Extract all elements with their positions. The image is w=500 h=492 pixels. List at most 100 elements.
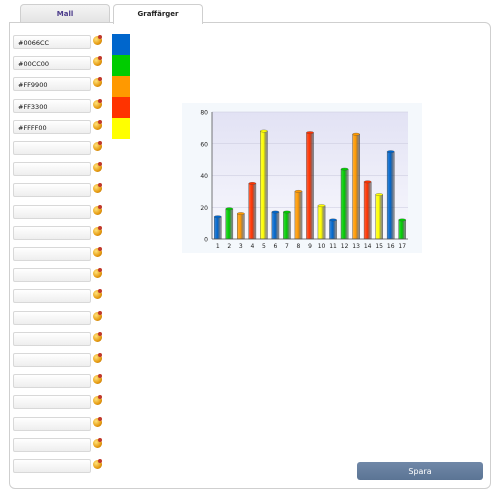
bar-top	[225, 207, 234, 211]
color-row	[13, 310, 113, 326]
color-picker-icon[interactable]	[93, 183, 102, 194]
color-hex-field[interactable]	[13, 459, 91, 473]
color-row	[13, 289, 113, 304]
bar-top	[340, 167, 349, 171]
color-picker-icon[interactable]	[93, 374, 102, 385]
bar-top	[398, 218, 406, 222]
color-picker-icon[interactable]	[93, 395, 102, 406]
color-swatches	[112, 34, 130, 139]
y-tick-label: 40	[200, 173, 208, 180]
bar	[317, 205, 326, 240]
bar-top	[386, 150, 395, 154]
x-tick-label: 7	[285, 243, 289, 250]
tab-mall[interactable]: Mall	[20, 4, 110, 23]
color-hex-field[interactable]	[13, 204, 91, 219]
bar	[260, 130, 268, 240]
bar-top	[352, 132, 360, 136]
bar	[225, 208, 234, 240]
color-hex-field[interactable]: #FF9900	[13, 77, 91, 92]
bar	[352, 134, 360, 240]
y-tick-label: 80	[200, 110, 208, 117]
color-picker-icon[interactable]	[93, 204, 102, 215]
bar-top	[375, 193, 383, 196]
bar-top	[260, 129, 268, 133]
x-tick-label: 2	[227, 243, 231, 250]
color-row: #FF9900	[13, 77, 113, 92]
color-hex-field[interactable]	[13, 331, 91, 346]
bar-top	[294, 190, 303, 193]
color-hex-field[interactable]: #0066CC	[13, 35, 91, 49]
color-swatch	[112, 34, 130, 55]
color-picker-icon[interactable]	[93, 77, 102, 88]
y-tick-label: 0	[204, 237, 208, 244]
color-picker-icon[interactable]	[93, 459, 102, 469]
color-hex-field[interactable]	[13, 416, 91, 431]
save-button[interactable]: Spara	[357, 462, 483, 480]
color-picker-icon[interactable]	[93, 353, 102, 363]
chart-preview: 0 20 40 60 80 1 2 3 4 5 6 7 8 9 10 11 12 13 14 15 16 17	[182, 103, 422, 253]
color-hex-field[interactable]	[13, 289, 91, 304]
bar-top	[306, 131, 314, 134]
bar	[363, 181, 372, 240]
color-row: #FF3300	[13, 98, 113, 114]
color-row: #FFFF00	[13, 119, 113, 135]
color-row	[13, 225, 113, 241]
color-picker-icon[interactable]	[93, 56, 102, 67]
color-row	[13, 459, 113, 474]
x-tick-label: 9	[308, 243, 312, 250]
x-tick-label: 5	[262, 243, 266, 250]
color-picker-icon[interactable]	[93, 162, 102, 173]
bar	[386, 151, 395, 240]
bar	[237, 213, 245, 240]
color-hex-field[interactable]	[13, 162, 91, 177]
color-hex-field[interactable]: #FFFF00	[13, 119, 91, 134]
bar-top	[248, 182, 257, 185]
color-hex-field[interactable]	[13, 183, 91, 198]
color-picker-icon[interactable]	[93, 247, 102, 257]
bar-top	[329, 218, 337, 222]
color-hex-field[interactable]: #00CC00	[13, 56, 91, 71]
bar	[340, 168, 349, 240]
x-tick-label: 1	[216, 243, 220, 250]
bar	[294, 191, 303, 240]
bar	[329, 219, 337, 240]
color-picker-icon[interactable]	[93, 225, 102, 236]
x-tick-label: 3	[239, 243, 243, 250]
bar-top	[214, 215, 222, 219]
color-picker-icon[interactable]	[93, 268, 102, 279]
color-hex-field[interactable]	[13, 268, 91, 283]
color-picker-icon[interactable]	[93, 98, 102, 109]
color-row	[13, 204, 113, 220]
color-row	[13, 247, 113, 262]
color-hex-field[interactable]: #FF3300	[13, 98, 91, 113]
color-picker-icon[interactable]	[93, 310, 102, 321]
color-hex-field[interactable]	[13, 374, 91, 389]
color-picker-icon[interactable]	[93, 331, 102, 342]
color-picker-icon[interactable]	[93, 437, 102, 448]
color-hex-field[interactable]	[13, 225, 91, 240]
x-tick-label: 6	[273, 243, 277, 250]
color-picker-icon[interactable]	[93, 141, 102, 151]
color-hex-field[interactable]	[13, 437, 91, 452]
bar	[213, 216, 222, 240]
tab-graffarger[interactable]: Graffärger	[113, 4, 203, 24]
x-tick-label: 13	[352, 243, 360, 250]
bar	[271, 211, 280, 240]
y-tick-label: 20	[200, 205, 208, 212]
color-hex-field[interactable]	[13, 395, 91, 410]
color-picker-icon[interactable]	[93, 416, 102, 427]
color-hex-field[interactable]	[13, 310, 91, 325]
color-picker-icon[interactable]	[93, 119, 102, 130]
color-hex-field[interactable]	[13, 247, 91, 261]
color-row	[13, 162, 113, 177]
x-tick-label: 11	[329, 243, 337, 250]
color-row	[13, 141, 113, 156]
x-tick-label: 15	[375, 243, 383, 250]
color-row	[13, 268, 113, 283]
bar	[398, 219, 407, 240]
color-picker-icon[interactable]	[93, 35, 102, 45]
color-hex-field[interactable]	[13, 141, 91, 155]
x-tick-label: 10	[318, 243, 326, 250]
color-picker-icon[interactable]	[93, 289, 102, 300]
color-hex-field[interactable]	[13, 353, 91, 367]
